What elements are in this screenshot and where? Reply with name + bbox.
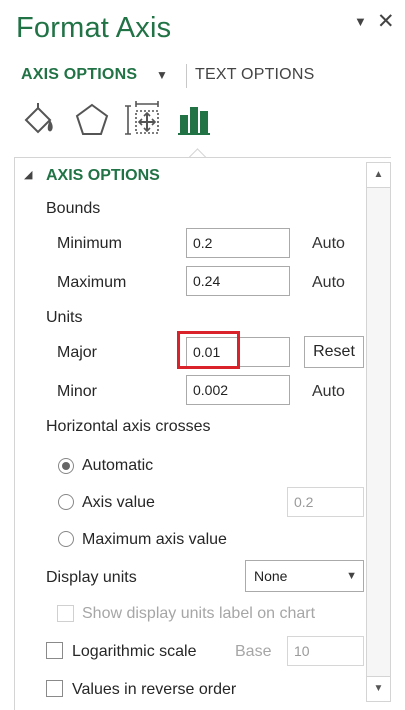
pane-title: Format Axis [16,12,172,44]
maximum-axis-value-radio[interactable] [58,531,74,547]
minimum-input[interactable]: 0.2 [186,228,290,258]
display-units-select[interactable]: None ▼ [245,560,364,592]
close-icon[interactable]: ✕ [377,9,395,34]
axis-crosses-heading: Horizontal axis crosses [46,418,211,435]
base-label: Base [235,643,272,660]
minor-auto-label: Auto [312,383,345,400]
effects-icon[interactable] [72,100,112,140]
reset-button[interactable]: Reset [304,336,364,368]
selected-category-pointer [189,147,207,157]
scroll-down-button[interactable]: ▼ [366,676,391,702]
minimum-auto-label: Auto [312,235,345,252]
axis-value-label[interactable]: Axis value [82,494,155,512]
chevron-down-icon: ▼ [346,570,357,582]
content-border [14,158,15,710]
pane-options-icon[interactable]: ▼ [354,14,367,29]
automatic-radio[interactable] [58,458,74,474]
size-properties-icon[interactable] [124,100,164,140]
tab-separator [186,64,187,88]
maximum-label: Maximum [57,274,127,291]
minor-label: Minor [57,383,98,400]
scroll-up-button[interactable]: ▲ [366,162,391,188]
show-units-label-text: Show display units label on chart [82,605,316,622]
units-heading: Units [46,309,83,326]
bounds-heading: Bounds [46,200,101,217]
logarithmic-scale-checkbox[interactable] [46,642,63,659]
axis-value-input[interactable]: 0.2 [287,487,364,517]
base-input[interactable]: 10 [287,636,364,666]
vertical-scrollbar[interactable] [366,162,391,702]
display-units-label: Display units [46,569,137,586]
show-units-label-checkbox[interactable] [57,605,74,622]
logarithmic-scale-label[interactable]: Logarithmic scale [72,643,197,661]
collapse-caret-icon[interactable]: ◢ [24,168,32,181]
fill-line-icon[interactable] [20,100,60,140]
automatic-label[interactable]: Automatic [82,457,153,475]
chevron-down-icon[interactable]: ▼ [156,68,168,82]
minimum-label: Minimum [57,235,122,252]
highlight-box [177,331,240,369]
section-axis-options[interactable]: AXIS OPTIONS [46,167,160,185]
header-divider [14,157,391,158]
maximum-axis-value-label[interactable]: Maximum axis value [82,531,227,549]
major-label: Major [57,344,98,361]
reverse-order-label[interactable]: Values in reverse order [72,681,236,699]
axis-value-radio[interactable] [58,494,74,510]
axis-options-icon[interactable] [176,100,216,140]
tab-text-options[interactable]: TEXT OPTIONS [195,66,314,84]
maximum-input[interactable]: 0.24 [186,266,290,296]
tab-axis-options[interactable]: AXIS OPTIONS [21,66,137,84]
minor-input[interactable]: 0.002 [186,375,290,405]
reverse-order-checkbox[interactable] [46,680,63,697]
display-units-value: None [254,568,288,584]
maximum-auto-label: Auto [312,274,345,291]
